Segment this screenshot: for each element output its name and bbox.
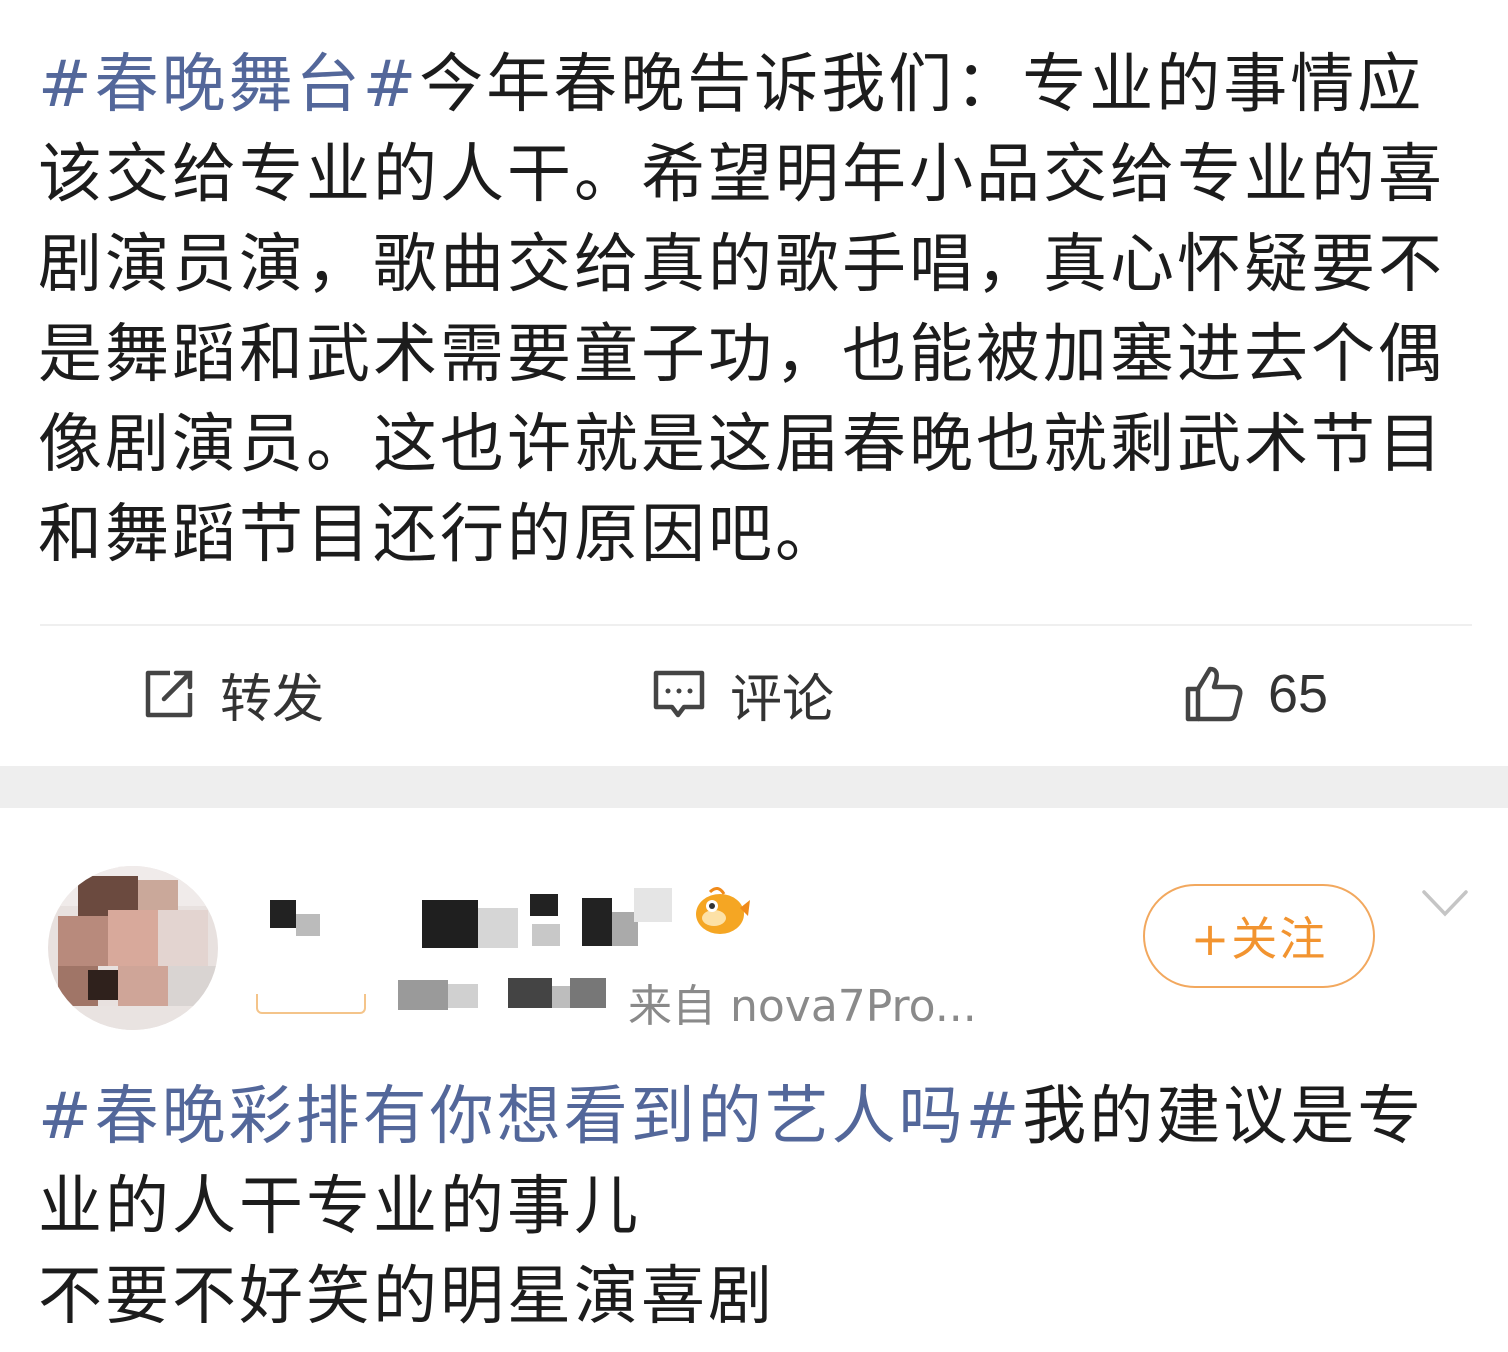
action-bar: 转发 评论 65 <box>0 652 1508 736</box>
repost-label: 转发 <box>220 669 325 730</box>
repost-button[interactable]: 转发 <box>140 652 324 736</box>
like-button[interactable]: 65 <box>1182 652 1328 736</box>
like-icon <box>1185 666 1243 722</box>
post-separator <box>0 766 1508 808</box>
post-text: #春晚彩排有你想看到的艺人吗#我的建议是专业的人干专业的事儿 不要不好笑的明星演喜… <box>38 1072 1468 1342</box>
like-count: 65 <box>1268 664 1329 724</box>
chevron-down-icon[interactable] <box>1420 886 1470 920</box>
post-body-line: 不要不好笑的明星演喜剧 <box>38 1260 775 1334</box>
divider <box>40 624 1472 626</box>
vip-fish-badge-icon <box>696 887 750 934</box>
follow-button[interactable]: +关注 <box>1143 884 1375 988</box>
avatar[interactable] <box>48 866 218 1030</box>
post-source: 来自 nova7Pro... <box>628 981 977 1032</box>
username-redacted[interactable] <box>262 880 682 960</box>
post-body: 今年春晚告诉我们：专业的事情应该交给专业的人干。希望明年小品交给专业的喜剧演员演… <box>38 48 1445 572</box>
comment-button[interactable]: 评论 <box>650 652 834 736</box>
topic-link[interactable]: #春晚彩排有你想看到的艺人吗# <box>38 1080 1022 1154</box>
post-text: #春晚舞台#今年春晚告诉我们：专业的事情应该交给专业的人干。希望明年小品交给专业… <box>38 40 1468 580</box>
comment-label: 评论 <box>730 669 835 730</box>
topic-link[interactable]: #春晚舞台# <box>38 48 419 122</box>
repost-icon <box>145 670 193 718</box>
comment-icon <box>653 670 705 718</box>
